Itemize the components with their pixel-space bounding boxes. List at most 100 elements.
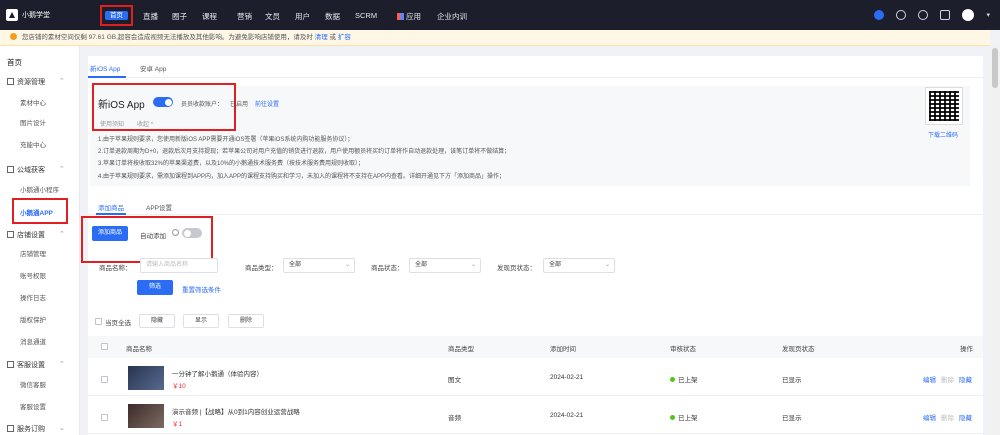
app-info-card: 新iOS App 员员收款账户： 已启用 前往设置 使用须知 收起 ^ 1.由于… [90, 86, 970, 186]
product-name[interactable]: 演示音频 |【战略】从0到1内容创业运营战略 [172, 406, 300, 416]
logo-icon [6, 9, 18, 21]
col-publish: 发现页状态 [782, 346, 815, 353]
product-date: 2024-02-21 [550, 374, 584, 381]
product-name-input[interactable]: 请输入商品名称 [140, 258, 218, 273]
product-name[interactable]: 一分钟了解小鹅通（体验内容） [172, 368, 263, 378]
tab-ios[interactable]: 新iOS App [90, 63, 120, 73]
sidebar-item-app[interactable]: 小鹅通APP [12, 198, 68, 224]
apps-icon [397, 13, 404, 20]
nav-item-marketing[interactable]: 营销 [237, 11, 252, 22]
hide-link[interactable]: 隐藏 [959, 374, 972, 384]
select-page-label: 当页全选 [105, 320, 131, 327]
delete-link[interactable]: 删除 [941, 374, 954, 384]
row-checkbox[interactable] [101, 376, 108, 383]
nav-item-enterprise[interactable]: 企业内训 [437, 11, 467, 22]
edit-link[interactable]: 编辑 [923, 412, 936, 422]
col-type: 商品类型 [448, 346, 474, 353]
select-page-checkbox[interactable] [95, 318, 102, 325]
info-line-1: 1.由于苹果规则要求，您使用新版iOS APP需要开通iOS签署（苹果iOS系统… [98, 137, 354, 143]
chevron-down-icon: ⌄ [59, 425, 65, 432]
warning-icon [10, 33, 17, 40]
sidebar-item-logs[interactable]: 操作日志 [20, 292, 46, 302]
calendar-icon[interactable] [940, 10, 951, 20]
nav-item-circle[interactable]: 圈子 [172, 11, 187, 22]
sidebar-group-order[interactable]: 服务订购 ⌄ [7, 424, 65, 434]
review-status: 已上架 [670, 374, 698, 384]
bulk-show-button[interactable]: 显示 [183, 314, 219, 328]
product-type-select[interactable]: 全部 ⌄ [283, 258, 355, 273]
nav-item-course[interactable]: 课程 [202, 11, 217, 22]
sidebar-item-service-settings[interactable]: 客服设置 [20, 401, 46, 411]
sidebar-item-store-manage[interactable]: 店铺管理 [20, 248, 46, 258]
hide-link[interactable]: 隐藏 [959, 412, 972, 422]
scrollbar-thumb[interactable] [992, 48, 998, 88]
collapse-link[interactable]: 收起 ^ [137, 119, 153, 128]
app-enable-toggle[interactable] [153, 97, 173, 107]
sidebar-group-resources[interactable]: 资源管理 ⌃ [7, 77, 65, 87]
tab-add-products[interactable]: 添加商品 [98, 202, 124, 212]
tab-android[interactable]: 安卓 App [140, 63, 166, 73]
info-line-3: 3.苹果订单将按收取32%的苹果渠道费，以及10%的小鹅通技术服务费（按技术服务… [98, 161, 365, 167]
sidebar-item-charge[interactable]: 充能中心 [20, 139, 46, 149]
publish-status: 已显示 [782, 377, 802, 384]
nav-item-apps[interactable]: 应用 [397, 11, 421, 22]
nav-item-home[interactable]: 首页 [100, 5, 133, 26]
usage-notice-link[interactable]: 使用须知 [100, 119, 124, 128]
table-header: 商品名称 商品类型 添加时间 审核状态 发现页状态 操作 [88, 336, 983, 358]
bulk-hide-button[interactable]: 隐藏 [139, 314, 175, 328]
bell-icon[interactable] [918, 10, 929, 20]
notice-expand-link[interactable]: 扩容 [338, 34, 351, 41]
table-row: 演示音频 |【战略】从0到1内容创业运营战略 ￥1 音频 2024-02-21 … [88, 398, 983, 434]
bulk-delete-button[interactable]: 删除 [228, 314, 264, 328]
sidebar-item-image-design[interactable]: 图片设计 [20, 117, 46, 127]
brand-logo[interactable]: 小鹅学堂 [6, 9, 50, 21]
notice-clean-link[interactable]: 清理 [315, 34, 328, 41]
nav-item-scrm[interactable]: SCRM [355, 11, 377, 20]
platform-tabs: 新iOS App 安卓 App [88, 56, 983, 78]
subtab-underline [96, 213, 126, 215]
chevron-down-icon: ⌄ [470, 262, 476, 268]
sidebar-item-miniapp[interactable]: 小鹅通小程序 [20, 184, 59, 194]
sidebar-item-copyright[interactable]: 版权保护 [20, 314, 46, 324]
delete-link[interactable]: 删除 [941, 412, 954, 422]
tab-underline [88, 76, 126, 78]
sidebar-item-material[interactable]: 素材中心 [20, 97, 46, 107]
product-status-select[interactable]: 全部 ⌄ [409, 258, 481, 273]
chevron-up-icon: ⌃ [59, 361, 65, 368]
account-settings-link[interactable]: 前往设置 [255, 99, 279, 108]
app-title: 新iOS App [98, 100, 145, 111]
publish-status-select[interactable]: 全部 ⌄ [543, 258, 615, 273]
row-checkbox[interactable] [101, 414, 108, 421]
nav-item-staff[interactable]: 文员 [265, 11, 280, 22]
qr-download-link[interactable]: 下载二维码 [928, 130, 958, 139]
filter-button[interactable]: 筛选 [137, 280, 173, 295]
help-icon[interactable] [874, 10, 885, 20]
sidebar-group-service[interactable]: 客服设置 ⌃ [7, 360, 65, 370]
sidebar-group-public[interactable]: 公域获客 ⌃ [7, 165, 65, 175]
cart-icon [7, 425, 14, 432]
page-scrollbar[interactable] [990, 46, 1000, 435]
brand-name: 小鹅学堂 [22, 12, 50, 19]
avatar[interactable] [962, 9, 975, 21]
edit-link[interactable]: 编辑 [923, 374, 936, 384]
nav-item-users[interactable]: 用户 [295, 11, 310, 22]
folder-icon [7, 78, 14, 85]
sidebar-item-wechat-service[interactable]: 微信客服 [20, 379, 46, 389]
chevron-down-icon[interactable]: ▾ [986, 11, 990, 19]
info-line-4: 4.由于苹果规则要求，需添加课程到APP内，加入APP的课程支持购买和学习，未加… [98, 174, 506, 180]
reset-filters-link[interactable]: 重置筛选条件 [182, 284, 221, 294]
tab-app-settings[interactable]: APP设置 [146, 202, 172, 212]
col-actions: 操作 [960, 346, 973, 353]
search-icon[interactable] [896, 10, 907, 20]
sidebar-home[interactable]: 首页 [7, 57, 22, 68]
sidebar-item-message[interactable]: 消息通道 [20, 336, 46, 346]
select-all-checkbox[interactable] [101, 343, 108, 350]
nav-item-data[interactable]: 数据 [325, 11, 340, 22]
review-status: 已上架 [670, 412, 698, 422]
top-nav: 小鹅学堂 首页 直播 圈子 课程 营销 文员 用户 数据 SCRM 应用 企业内… [0, 0, 1000, 30]
header-actions: ▾ [874, 9, 990, 21]
status-dot [670, 415, 675, 420]
nav-item-live[interactable]: 直播 [143, 11, 158, 22]
sidebar-item-permissions[interactable]: 账号权限 [20, 270, 46, 280]
sidebar-group-store[interactable]: 店铺设置 ⌃ [7, 230, 65, 240]
